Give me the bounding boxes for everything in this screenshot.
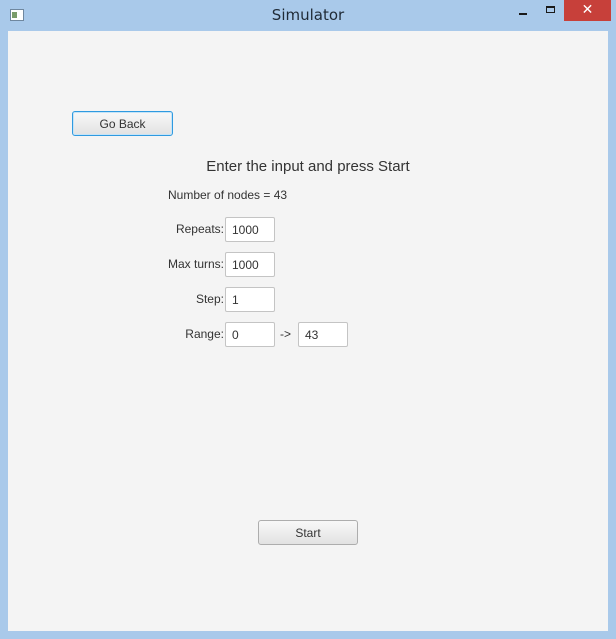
maximize-icon[interactable] bbox=[537, 0, 564, 21]
step-input[interactable] bbox=[225, 287, 275, 312]
range-label: Range: bbox=[185, 327, 224, 341]
title-bar[interactable]: Simulator ✕ bbox=[0, 0, 616, 31]
instruction-text: Enter the input and press Start bbox=[206, 158, 410, 175]
start-button[interactable]: Start bbox=[258, 520, 358, 545]
simulator-window: Simulator ✕ Go Back Enter the input and … bbox=[0, 0, 616, 639]
repeats-input[interactable] bbox=[225, 217, 275, 242]
nodes-count-label: Number of nodes = 43 bbox=[168, 188, 288, 202]
step-label: Step: bbox=[195, 292, 224, 306]
max-turns-label: Max turns: bbox=[167, 257, 224, 271]
range-from-input[interactable] bbox=[225, 322, 275, 347]
range-to-input[interactable] bbox=[298, 322, 348, 347]
close-icon[interactable]: ✕ bbox=[564, 0, 611, 21]
repeats-label: Repeats: bbox=[175, 222, 224, 236]
max-turns-input[interactable] bbox=[225, 252, 275, 277]
go-back-button[interactable]: Go Back bbox=[72, 111, 173, 136]
content-area: Go Back Enter the input and press Start … bbox=[8, 31, 608, 631]
minimize-icon[interactable] bbox=[509, 0, 537, 21]
range-arrow-text: -> bbox=[280, 327, 292, 341]
